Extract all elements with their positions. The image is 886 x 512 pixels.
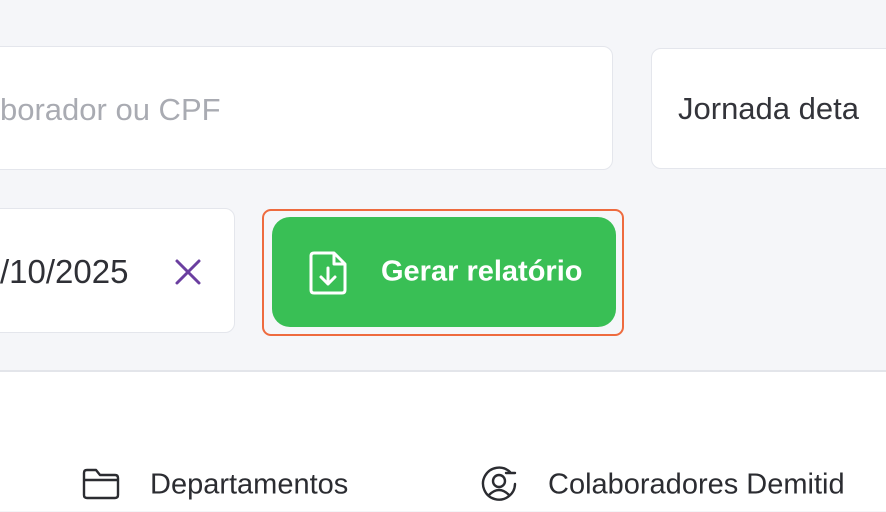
report-type-select[interactable]: Jornada deta <box>651 48 886 169</box>
folder-icon <box>82 468 120 500</box>
search-input[interactable]: borador ou CPF <box>0 92 221 128</box>
generate-report-label: Gerar relatório <box>381 255 583 288</box>
user-circle-icon <box>481 466 517 501</box>
file-download-icon <box>309 251 347 295</box>
tab-colaboradores-demitidos[interactable]: Colaboradores Demitid <box>480 456 886 512</box>
tab-colaboradores-label: Colaboradores Demitid <box>548 468 845 501</box>
report-type-value: Jornada deta <box>678 91 859 126</box>
clear-icon[interactable] <box>173 257 203 287</box>
tab-departamentos[interactable]: Departamentos <box>82 456 382 512</box>
date-range-value[interactable]: /10/2025 <box>0 253 128 291</box>
generate-report-button[interactable]: Gerar relatório <box>272 217 616 327</box>
tab-departamentos-label: Departamentos <box>150 468 349 501</box>
